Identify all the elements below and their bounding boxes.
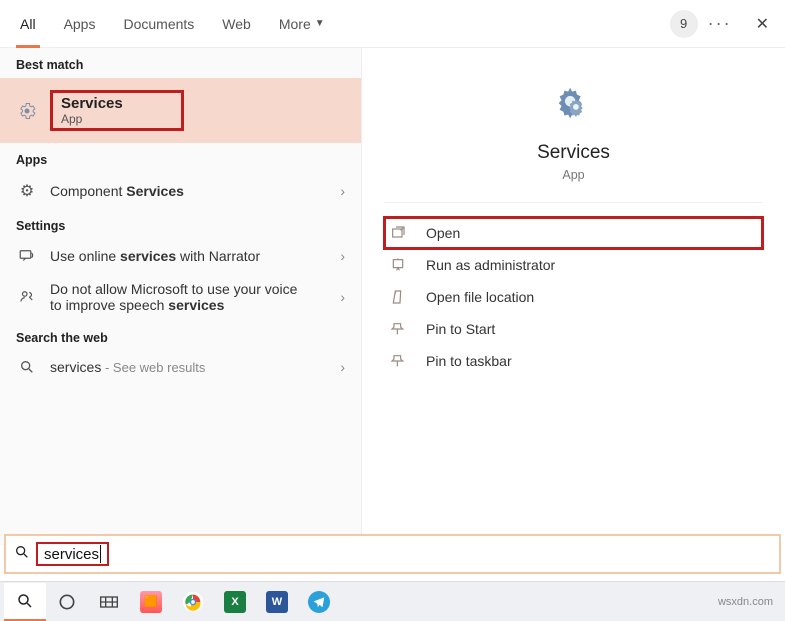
result-text: services - See web results bbox=[50, 359, 205, 375]
shield-icon bbox=[390, 257, 412, 273]
search-icon bbox=[14, 544, 30, 564]
chevron-right-icon: › bbox=[340, 183, 345, 199]
chevron-right-icon: › bbox=[340, 289, 345, 305]
action-label: Run as administrator bbox=[426, 257, 555, 273]
gear-icon bbox=[16, 101, 38, 121]
action-label: Open file location bbox=[426, 289, 534, 305]
result-title: Services bbox=[61, 95, 123, 112]
taskbar-search-button[interactable] bbox=[4, 583, 46, 621]
pin-icon bbox=[390, 321, 412, 337]
result-text: Component Services bbox=[50, 183, 184, 199]
result-component-services[interactable]: ⚙ Component Services › bbox=[0, 173, 361, 209]
component-icon: ⚙ bbox=[16, 181, 38, 201]
section-apps: Apps bbox=[0, 143, 361, 173]
result-subtitle: App bbox=[61, 112, 123, 126]
text-cursor bbox=[100, 545, 101, 563]
action-open-location[interactable]: Open file location bbox=[384, 281, 763, 313]
taskbar-taskview-button[interactable] bbox=[88, 583, 130, 621]
preview-title: Services bbox=[384, 142, 763, 164]
action-label: Pin to taskbar bbox=[426, 353, 512, 369]
taskbar: 🟧 X W wsxdn.com bbox=[0, 581, 785, 621]
speech-icon bbox=[16, 288, 38, 306]
result-narrator-services[interactable]: Use online services with Narrator › bbox=[0, 239, 361, 273]
action-open[interactable]: Open bbox=[384, 217, 763, 249]
narrator-icon bbox=[16, 247, 38, 265]
chevron-right-icon: › bbox=[340, 359, 345, 375]
action-pin-start[interactable]: Pin to Start bbox=[384, 313, 763, 345]
results-panel: Best match Services App Apps ⚙ Component… bbox=[0, 48, 362, 545]
search-filter-tabs: All Apps Documents Web More▼ 9 ··· ✕ bbox=[0, 0, 785, 48]
section-best-match: Best match bbox=[0, 48, 361, 78]
section-settings: Settings bbox=[0, 209, 361, 239]
taskbar-app-store[interactable]: 🟧 bbox=[130, 583, 172, 621]
result-text: Use online services with Narrator bbox=[50, 248, 260, 264]
result-services-app[interactable]: Services App bbox=[0, 78, 361, 143]
chevron-right-icon: › bbox=[340, 248, 345, 264]
result-text: Do not allow Microsoft to use your voice… bbox=[50, 281, 300, 313]
preview-panel: Services App Open Run as administrator O… bbox=[362, 48, 785, 545]
taskbar-app-telegram[interactable] bbox=[298, 583, 340, 621]
tab-all[interactable]: All bbox=[6, 0, 50, 48]
action-label: Pin to Start bbox=[426, 321, 495, 337]
result-speech-services[interactable]: Do not allow Microsoft to use your voice… bbox=[0, 273, 361, 321]
taskbar-app-chrome[interactable] bbox=[172, 583, 214, 621]
more-options-icon[interactable]: ··· bbox=[708, 13, 732, 34]
services-gear-icon bbox=[551, 82, 597, 128]
close-button[interactable]: ✕ bbox=[746, 14, 779, 34]
section-search-web: Search the web bbox=[0, 321, 361, 351]
chevron-down-icon: ▼ bbox=[315, 18, 325, 29]
result-web-search[interactable]: services - See web results › bbox=[0, 351, 361, 383]
search-input[interactable]: services bbox=[36, 542, 109, 566]
search-bar[interactable]: services bbox=[4, 534, 781, 574]
open-icon bbox=[390, 225, 412, 241]
taskbar-cortana-button[interactable] bbox=[46, 583, 88, 621]
notification-badge[interactable]: 9 bbox=[670, 10, 698, 38]
preview-subtitle: App bbox=[384, 168, 763, 182]
action-label: Open bbox=[426, 225, 460, 241]
tab-apps[interactable]: Apps bbox=[50, 0, 110, 48]
folder-icon bbox=[390, 289, 412, 305]
search-icon bbox=[16, 359, 38, 375]
action-run-admin[interactable]: Run as administrator bbox=[384, 249, 763, 281]
taskbar-app-excel[interactable]: X bbox=[214, 583, 256, 621]
tab-documents[interactable]: Documents bbox=[109, 0, 208, 48]
taskbar-app-word[interactable]: W bbox=[256, 583, 298, 621]
tab-web[interactable]: Web bbox=[208, 0, 265, 48]
watermark: wsxdn.com bbox=[718, 596, 773, 608]
pin-icon bbox=[390, 353, 412, 369]
action-pin-taskbar[interactable]: Pin to taskbar bbox=[384, 345, 763, 377]
tab-more[interactable]: More▼ bbox=[265, 0, 339, 48]
